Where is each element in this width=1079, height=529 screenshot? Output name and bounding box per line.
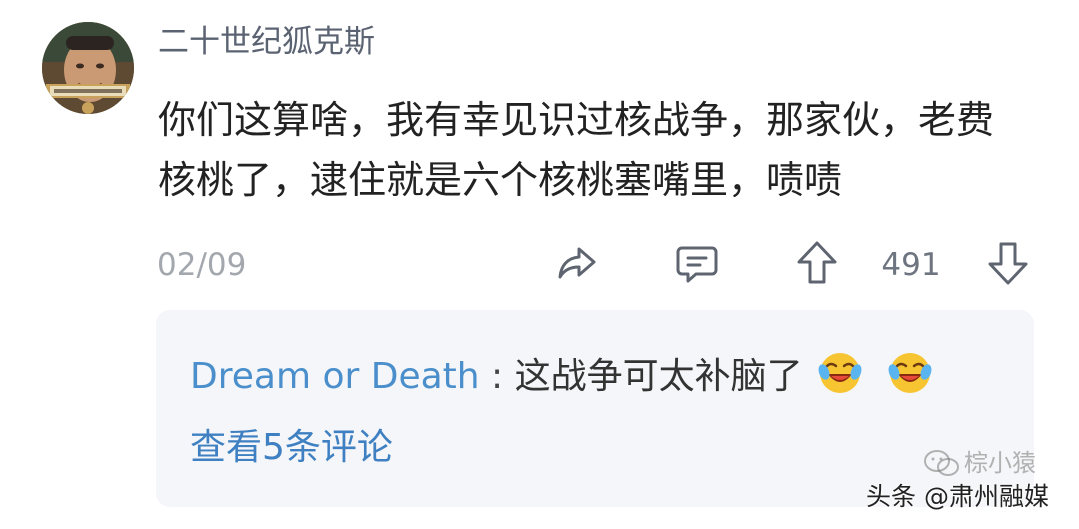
comment-icon[interactable] <box>674 240 720 286</box>
view-more-replies-link[interactable]: 查看5条评论 <box>190 423 393 473</box>
reply-author[interactable]: Dream or Death <box>190 356 480 397</box>
laughing-tears-emoji <box>818 353 862 393</box>
reply-line: Dream or Death : 这战争可太补脑了 <box>190 350 933 402</box>
share-icon[interactable] <box>554 240 600 286</box>
reply-preview[interactable]: Dream or Death : 这战争可太补脑了 查看5条评论 <box>156 310 1034 507</box>
upvote-icon[interactable] <box>794 238 840 288</box>
avatar[interactable] <box>42 22 134 114</box>
laughing-tears-emoji <box>888 353 932 393</box>
source-label: 头条 @肃州融媒 <box>866 482 1049 511</box>
username[interactable]: 二十世纪狐克斯 <box>158 20 375 64</box>
wechat-icon <box>924 450 959 476</box>
comment-date: 02/09 <box>157 247 247 283</box>
downvote-icon[interactable] <box>985 238 1031 288</box>
comment-text: 你们这算啥，我有幸见识过核战争，那家伙，老费核桃了，逮住就是六个核桃塞嘴里，啧啧 <box>158 98 995 202</box>
reply-text: 这战争可太补脑了 <box>514 356 803 397</box>
upvote-count: 491 <box>881 247 941 283</box>
watermark-text: 棕小猿 <box>964 449 1036 477</box>
reply-separator: : <box>491 356 504 397</box>
